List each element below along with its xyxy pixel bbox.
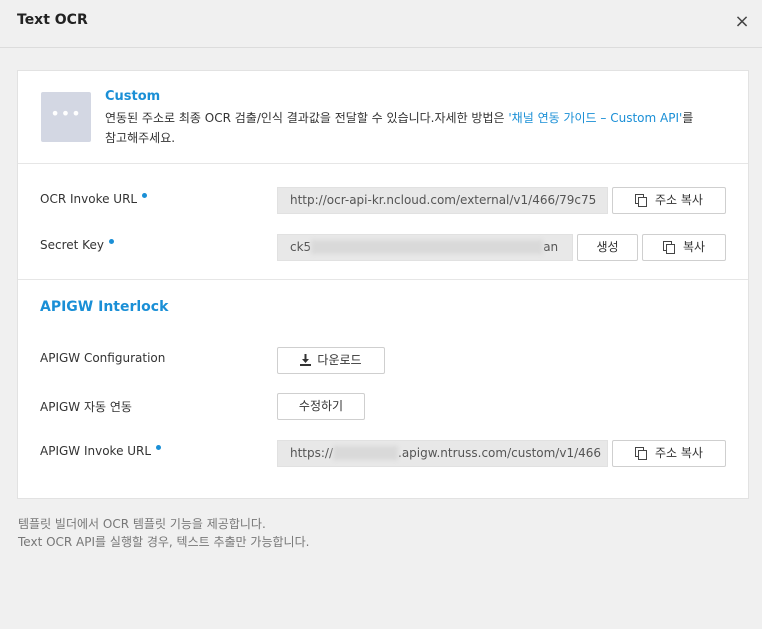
copy-button-label: 주소 복사 <box>655 193 703 207</box>
secret-key-label-text: Secret Key <box>40 238 104 252</box>
settings-card: ••• Custom 연동된 주소로 최종 OCR 검출/인식 결과값을 전달할… <box>17 70 749 499</box>
download-button-label: 다운로드 <box>317 353 362 367</box>
ocr-invoke-url-label-text: OCR Invoke URL <box>40 192 138 206</box>
apigw-auto-link-label: APIGW 자동 연동 <box>40 400 132 414</box>
more-dots-icon: ••• <box>41 92 91 142</box>
copy-icon <box>635 447 647 460</box>
apigw-invoke-url-suffix: .apigw.ntruss.com/custom/v1/466 <box>398 446 602 460</box>
ocr-invoke-url-field[interactable]: http://ocr-api-kr.ncloud.com/external/v1… <box>277 187 608 214</box>
copy-icon <box>635 194 647 207</box>
divider <box>18 279 748 280</box>
ocr-invoke-url-value: http://ocr-api-kr.ncloud.com/external/v1… <box>290 193 597 207</box>
required-dot-icon <box>142 193 148 198</box>
required-dot-icon <box>156 445 162 450</box>
apigw-invoke-url-prefix: https:// <box>290 446 334 460</box>
close-icon[interactable]: × <box>732 12 752 32</box>
footer-note-line: 템플릿 빌더에서 OCR 템플릿 기능을 제공합니다. <box>18 517 266 531</box>
secret-key-label: Secret Key <box>40 238 114 252</box>
secret-key-prefix: ck5 <box>290 240 312 254</box>
apigw-invoke-url-copy-button[interactable]: 주소 복사 <box>612 440 726 467</box>
copy-button-label: 복사 <box>682 240 706 254</box>
dialog-header: Text OCR × <box>0 0 762 48</box>
copy-icon <box>662 241 675 254</box>
apigw-download-button[interactable]: 다운로드 <box>277 347 385 374</box>
dialog-title: Text OCR <box>17 12 88 28</box>
apigw-invoke-url-label-text: APIGW Invoke URL <box>40 444 152 458</box>
ocr-invoke-url-copy-button[interactable]: 주소 복사 <box>612 187 726 214</box>
channel-guide-link[interactable]: '채널 연동 가이드 – Custom API' <box>508 111 682 125</box>
apigw-section-title: APIGW Interlock <box>40 299 169 315</box>
apigw-configuration-label: APIGW Configuration <box>40 351 166 365</box>
custom-description: 연동된 주소로 최종 OCR 검출/인식 결과값을 전달할 수 있습니다.자세한… <box>105 108 705 148</box>
secret-key-copy-button[interactable]: 복사 <box>642 234 726 261</box>
generate-secret-button[interactable]: 생성 <box>577 234 638 261</box>
ocr-invoke-url-label: OCR Invoke URL <box>40 192 148 206</box>
redacted-blur <box>333 446 399 460</box>
required-dot-icon <box>108 239 114 244</box>
secret-key-field[interactable]: ck5 an <box>277 234 573 261</box>
secret-key-suffix: an <box>543 240 559 254</box>
apigw-invoke-url-field[interactable]: https:// .apigw.ntruss.com/custom/v1/466 <box>277 440 608 467</box>
copy-button-label: 주소 복사 <box>655 446 703 460</box>
download-icon <box>300 350 312 366</box>
apigw-invoke-url-label: APIGW Invoke URL <box>40 444 162 458</box>
custom-title: Custom <box>105 89 161 104</box>
redacted-blur <box>311 240 544 254</box>
divider <box>18 163 748 164</box>
footer-note-line: Text OCR API를 실행할 경우, 텍스트 추출만 가능합니다. <box>18 535 310 549</box>
footer-notes: 템플릿 빌더에서 OCR 템플릿 기능을 제공합니다. Text OCR API… <box>18 515 309 551</box>
custom-desc-text: 연동된 주소로 최종 OCR 검출/인식 결과값을 전달할 수 있습니다.자세한… <box>105 111 509 125</box>
apigw-edit-button[interactable]: 수정하기 <box>277 393 365 420</box>
